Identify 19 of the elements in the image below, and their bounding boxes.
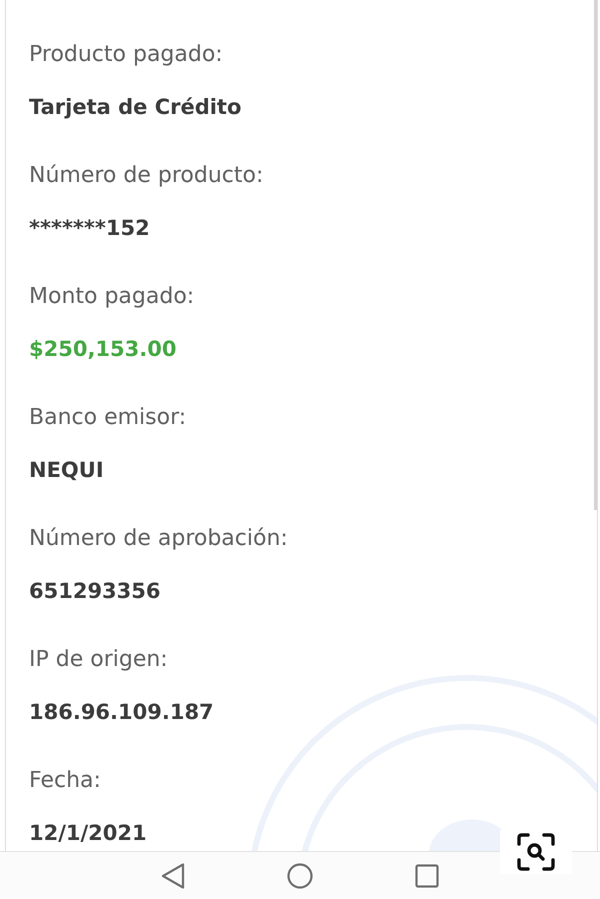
field-value: 12/1/2021 <box>29 820 147 847</box>
back-triangle-icon <box>161 862 185 888</box>
visual-search-button[interactable] <box>500 830 572 874</box>
field-label: Número de producto: <box>29 162 264 190</box>
field-value: Tarjeta de Crédito <box>29 94 242 121</box>
field-label: Número de aprobación: <box>29 525 288 553</box>
field-label: Fecha: <box>29 767 101 795</box>
field-label: Banco emisor: <box>29 404 186 432</box>
scan-search-icon <box>517 833 555 871</box>
field-value: 651293356 <box>29 578 161 605</box>
field-value: *******152 <box>29 215 150 242</box>
field-label: Monto pagado: <box>29 283 194 311</box>
field-label: Producto pagado: <box>29 41 223 69</box>
field-label: IP de origen: <box>29 646 168 674</box>
home-circle-icon <box>287 862 313 888</box>
recents-square-icon <box>415 864 439 888</box>
field-value: 186.96.109.187 <box>29 699 214 726</box>
field-value: $250,153.00 <box>29 336 176 363</box>
field-value: NEQUI <box>29 457 104 484</box>
